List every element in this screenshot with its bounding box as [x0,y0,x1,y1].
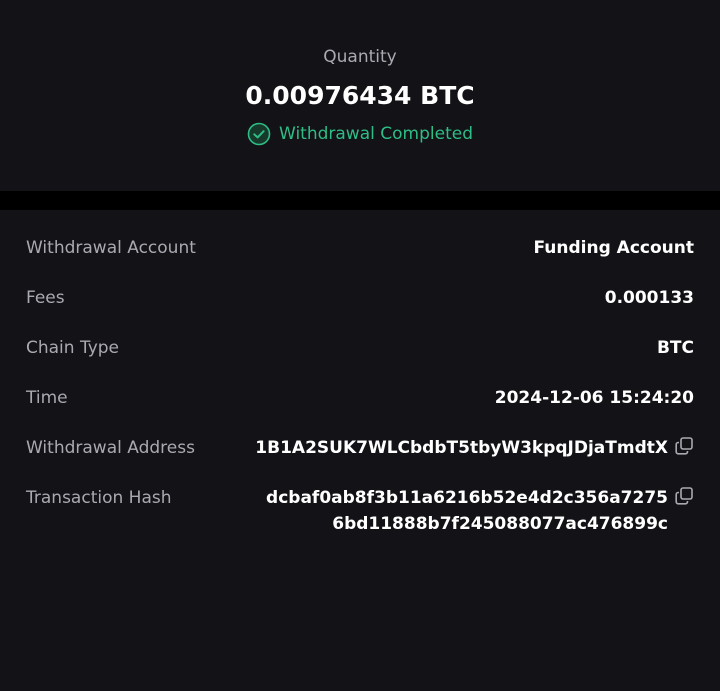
time-label: Time [26,388,68,408]
time-value: 2024-12-06 15:24:20 [494,388,694,408]
check-circle-icon [247,122,271,146]
transaction-hash-value: dcbaf0ab8f3b11a6216b52e4d2c356a7275 6bd1… [266,485,668,537]
copy-icon[interactable] [674,436,694,456]
withdrawal-account-label: Withdrawal Account [26,238,196,258]
withdrawal-address-group: 1B1A2SUK7WLCbdbT5tbyW3kpqJDjaTmdtX [255,435,694,461]
transaction-hash-line-2: 6bd11888b7f245088077ac476899c [332,514,668,534]
quantity-value: 0.00976434 BTC [245,81,475,110]
row-withdrawal-account: Withdrawal Account Funding Account [26,210,694,261]
withdrawal-address-value: 1B1A2SUK7WLCbdbT5tbyW3kpqJDjaTmdtX [255,438,668,458]
row-transaction-hash: Transaction Hash dcbaf0ab8f3b11a6216b52e… [26,485,694,537]
row-chain-type: Chain Type BTC [26,335,694,361]
withdrawal-account-value: Funding Account [533,238,694,258]
copy-icon[interactable] [674,486,694,506]
quantity-label: Quantity [323,47,397,67]
withdrawal-address-label: Withdrawal Address [26,438,195,458]
chain-type-value: BTC [656,338,694,358]
fees-label: Fees [26,288,65,308]
transaction-hash-line-1: dcbaf0ab8f3b11a6216b52e4d2c356a7275 [266,488,668,508]
row-fees: Fees 0.000133 [26,285,694,311]
row-withdrawal-address: Withdrawal Address 1B1A2SUK7WLCbdbT5tbyW… [26,435,694,461]
transaction-hash-group: dcbaf0ab8f3b11a6216b52e4d2c356a7275 6bd1… [266,485,694,537]
fees-value: 0.000133 [604,288,694,308]
section-divider [0,191,720,210]
status-badge: Withdrawal Completed [247,122,473,146]
status-text: Withdrawal Completed [279,124,473,144]
transaction-hash-label: Transaction Hash [26,488,172,508]
row-time: Time 2024-12-06 15:24:20 [26,385,694,411]
chain-type-label: Chain Type [26,338,120,358]
withdrawal-summary: Quantity 0.00976434 BTC Withdrawal Compl… [0,0,720,191]
details-list: Withdrawal Account Funding Account Fees … [0,210,720,691]
